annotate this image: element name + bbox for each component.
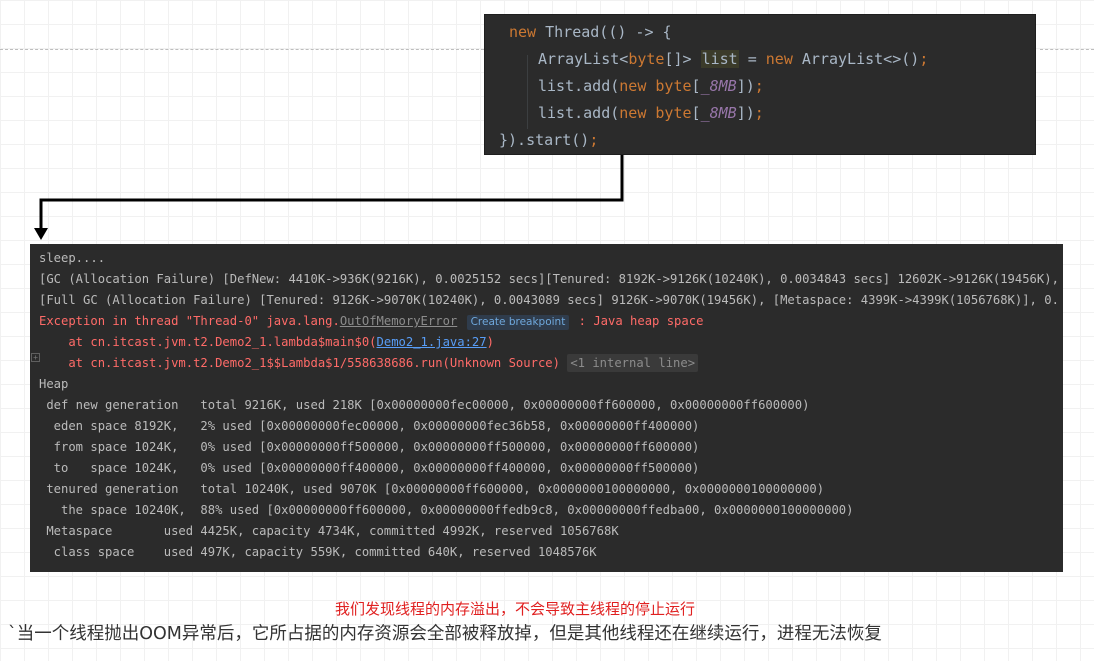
console-line: eden space 8192K, 2% used [0x00000000fec… [39,419,700,433]
console-line: the space 10240K, 88% used [0x00000000ff… [39,503,854,517]
annotation-red: 我们发现线程的内存溢出，不会导致主线程的停止运行 [334,600,695,618]
create-breakpoint-button[interactable]: Create breakpoint [466,315,570,330]
error-text: at cn.itcast.jvm.t2.Demo2_1$$Lambda$1/55… [39,356,560,370]
console-line: Metaspace used 4425K, capacity 4734K, co… [39,524,619,538]
console-line: class space used 497K, capacity 559K, co… [39,545,597,559]
console-line: def new generation total 9216K, used 218… [39,398,810,412]
error-text: Exception in thread "Thread-0" java.lang… [39,314,340,328]
console-line: sleep.... [39,251,106,265]
console-error-line: at cn.itcast.jvm.t2.Demo2_1.lambda$main$… [39,333,494,351]
console-line: Heap [39,377,69,391]
console-line: [GC (Allocation Failure) [DefNew: 4410K-… [39,272,1059,286]
console-line: to space 1024K, 0% used [0x00000000ff400… [39,461,700,475]
internal-line-fold[interactable]: <1 internal line> [567,354,699,372]
console-error-line: at cn.itcast.jvm.t2.Demo2_1$$Lambda$1/55… [39,354,699,372]
error-text: at cn.itcast.jvm.t2.Demo2_1.lambda$main$… [39,335,377,349]
error-text: ) [486,335,494,349]
source-file-link[interactable]: Demo2_1.java:27 [377,335,487,349]
explanation-text: `当一个线程抛出OOM异常后，它所占据的内存资源会全部被释放掉，但是其他线程还在… [8,624,882,644]
console-line: from space 1024K, 0% used [0x00000000ff5… [39,440,700,454]
console-line: tenured generation total 10240K, used 90… [39,482,825,496]
console-output-panel[interactable]: + sleep.... [GC (Allocation Failure) [De… [30,244,1063,572]
exception-link[interactable]: OutOfMemoryError [340,314,457,328]
console-line: [Full GC (Allocation Failure) [Tenured: … [39,293,1059,307]
error-text: : Java heap space [571,314,704,328]
console-error-line: Exception in thread "Thread-0" java.lang… [39,312,703,330]
